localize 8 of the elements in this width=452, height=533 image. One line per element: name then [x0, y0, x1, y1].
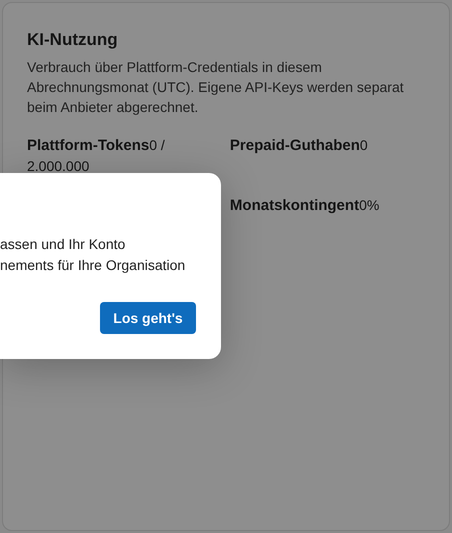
card-title: KI-Nutzung: [27, 29, 119, 51]
stat-text: Plattform-Tokens0 / 2.000.000: [27, 136, 166, 176]
start-button[interactable]: Los geht's: [100, 302, 196, 334]
card-description: Verbrauch über Plattform-Credentials in diesem Abrechnungsmonat (UTC). Eigene API-Keys werden separat beim Anbieter abgerechnet.: [27, 58, 405, 117]
stat-text: Monatskontingent0%: [230, 196, 380, 216]
dialog-text: nements für Ihre Organisation: [0, 256, 186, 275]
dialog-text: assen und Ihr Konto: [0, 235, 126, 254]
stat-text: Prepaid-Guthaben0: [230, 136, 369, 156]
